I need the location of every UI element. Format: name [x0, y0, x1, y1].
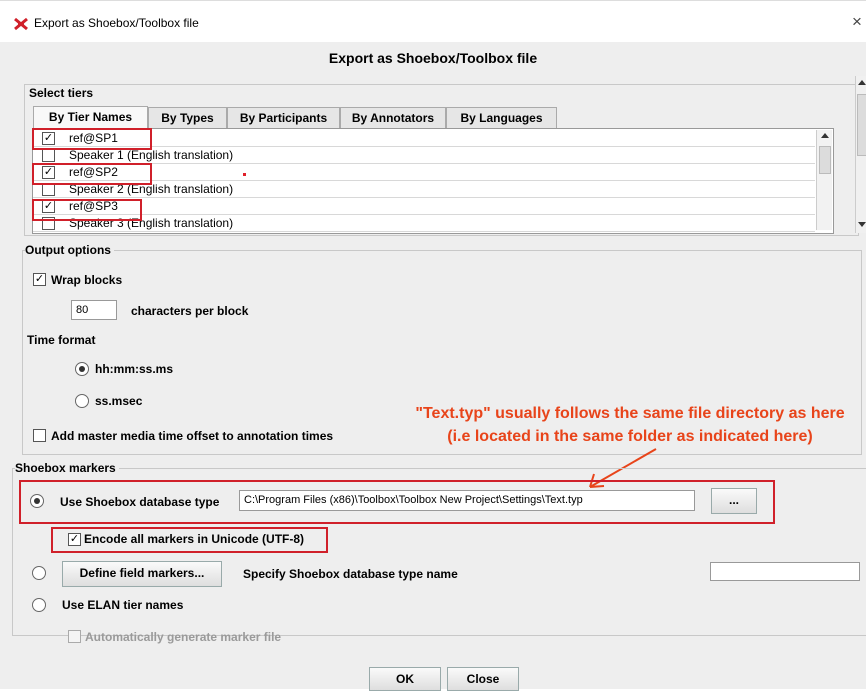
- shoebox-markers-label: Shoebox markers: [15, 461, 119, 475]
- time-format-label: Time format: [27, 333, 96, 347]
- dialog-title: Export as Shoebox/Toolbox file: [328, 50, 538, 66]
- tier-label: Speaker 1 (English translation): [69, 148, 234, 162]
- use-db-type-label: Use Shoebox database type: [60, 495, 220, 509]
- annotation-line-2: (i.e located in the same folder as indic…: [447, 428, 813, 445]
- list-scrollbar[interactable]: [816, 130, 832, 230]
- output-options-group: [22, 250, 862, 455]
- chars-per-block-input[interactable]: 80: [71, 300, 117, 320]
- specify-db-type-label: Specify Shoebox database type name: [243, 567, 458, 581]
- output-options-label: Output options: [25, 243, 114, 257]
- tier-checkbox[interactable]: [42, 149, 55, 162]
- tab-by-participants[interactable]: By Participants: [227, 107, 340, 128]
- browse-button[interactable]: ...: [711, 488, 757, 514]
- annotation-line-1: "Text.typ" usually follows the same file…: [415, 405, 845, 422]
- tab-by-annotators[interactable]: By Annotators: [340, 107, 446, 128]
- highlight-box: [32, 199, 142, 221]
- wrap-blocks-checkbox[interactable]: ✓: [33, 273, 46, 286]
- add-offset-label: Add master media time offset to annotati…: [51, 429, 334, 443]
- db-type-name-input[interactable]: [710, 562, 860, 581]
- use-db-type-radio[interactable]: [30, 494, 44, 508]
- close-icon[interactable]: ×: [852, 12, 862, 32]
- tab-by-tier-names[interactable]: By Tier Names: [33, 106, 148, 129]
- encode-utf8-label: Encode all markers in Unicode (UTF-8): [84, 532, 305, 546]
- scroll-thumb[interactable]: [857, 94, 866, 156]
- define-markers-radio[interactable]: [32, 566, 46, 580]
- tab-by-languages[interactable]: By Languages: [446, 107, 557, 128]
- time-format-ssmsec-radio[interactable]: [75, 394, 89, 408]
- elan-app-icon: [14, 17, 28, 31]
- dialog-scrollbar[interactable]: [855, 76, 866, 233]
- close-button[interactable]: Close: [447, 667, 519, 691]
- tier-row[interactable]: Speaker 3 (English translation): [33, 215, 815, 232]
- wrap-blocks-label: Wrap blocks: [51, 273, 123, 287]
- scroll-down-icon[interactable]: [858, 222, 866, 227]
- ok-button[interactable]: OK: [369, 667, 441, 691]
- window-title: Export as Shoebox/Toolbox file: [34, 16, 199, 30]
- use-elan-tier-names-label: Use ELAN tier names: [62, 598, 184, 612]
- highlight-box: [32, 163, 152, 185]
- red-dot: [243, 173, 246, 176]
- use-elan-tier-names-radio[interactable]: [32, 598, 46, 612]
- window-titlebar: Export as Shoebox/Toolbox file ×: [0, 0, 866, 43]
- scroll-thumb[interactable]: [819, 146, 831, 174]
- time-format-hhmmss-radio[interactable]: [75, 362, 89, 376]
- highlight-box: [32, 128, 152, 150]
- scroll-up-icon[interactable]: [821, 133, 829, 138]
- tier-row[interactable]: ✓ ref@SP3: [33, 198, 815, 215]
- select-tiers-label: Select tiers: [29, 86, 97, 100]
- time-format-ssmsec-label: ss.msec: [95, 394, 143, 408]
- tab-by-types[interactable]: By Types: [148, 107, 227, 128]
- auto-generate-checkbox[interactable]: [68, 630, 81, 643]
- auto-generate-label: Automatically generate marker file: [85, 630, 282, 644]
- encode-utf8-checkbox[interactable]: ✓: [68, 533, 81, 546]
- define-field-markers-button[interactable]: Define field markers...: [62, 561, 222, 587]
- chars-per-block-label: characters per block: [131, 304, 249, 318]
- scroll-up-icon[interactable]: [858, 80, 866, 85]
- add-offset-checkbox[interactable]: [33, 429, 46, 442]
- db-type-path-input[interactable]: C:\Program Files (x86)\Toolbox\Toolbox N…: [239, 490, 695, 511]
- time-format-hhmmss-label: hh:mm:ss.ms: [95, 362, 174, 376]
